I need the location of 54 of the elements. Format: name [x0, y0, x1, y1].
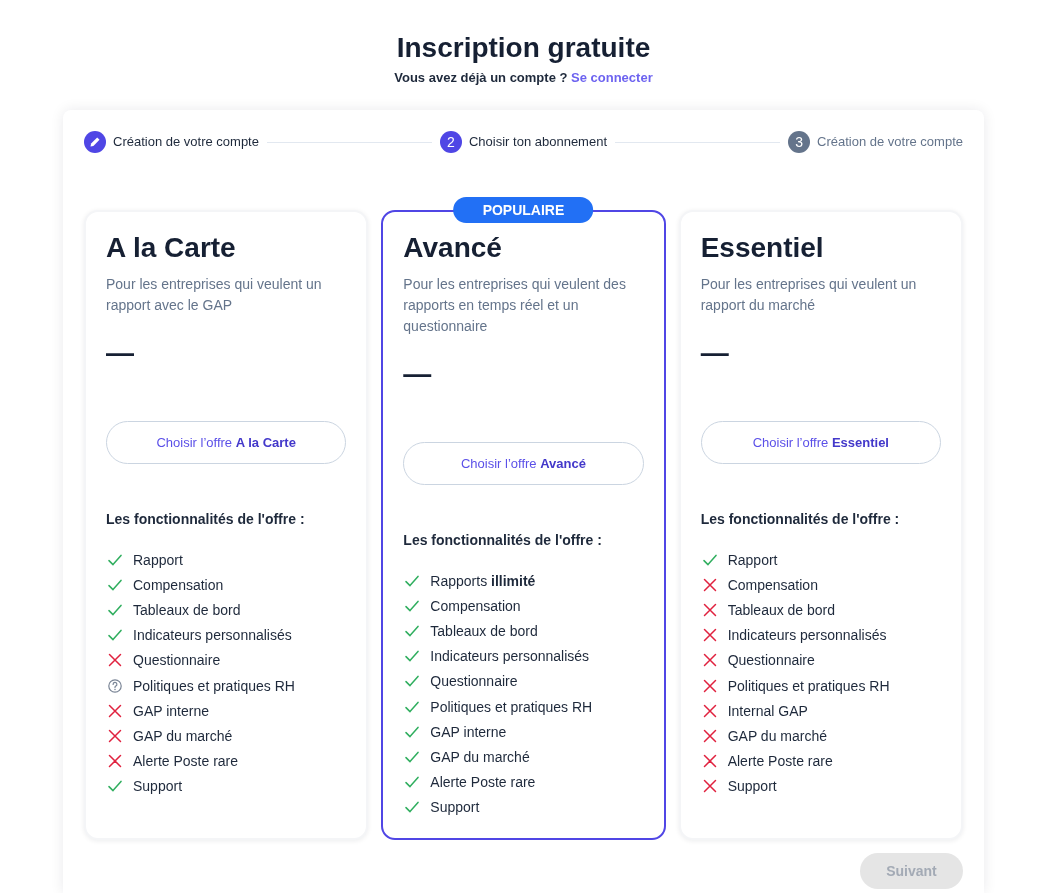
- feature-label: Rapport: [133, 550, 183, 570]
- feature-label: GAP du marché: [430, 747, 530, 767]
- feature-label: GAP interne: [133, 701, 209, 721]
- plan-description: Pour les entreprises qui veulent un rapport avec le GAP: [106, 275, 323, 315]
- feature-label: Alerte Poste rare: [133, 752, 239, 772]
- plan-name: A la Carte: [106, 231, 237, 265]
- page-title: Inscription gratuite: [396, 31, 651, 65]
- feature-label: Questionnaire: [133, 651, 221, 671]
- plan-description: Pour les entreprises qui veulent des rapports en temps réel et un questionnaire: [403, 275, 627, 336]
- choose-plan-button[interactable]: Choisir l’offre A la Carte: [106, 421, 347, 464]
- feature-label: Rapports illimité: [430, 571, 536, 591]
- step-label: Choisir ton abonnement: [469, 133, 607, 151]
- plan-price: —: [106, 336, 134, 370]
- step-number: 2: [440, 131, 462, 153]
- feature-label: Alerte Poste rare: [430, 773, 536, 793]
- feature-label: Internal GAP: [727, 701, 808, 721]
- feature-label: Support: [133, 777, 183, 797]
- feature-label: Tableaux de bord: [727, 600, 836, 620]
- feature-label: Politiques et pratiques RH: [727, 676, 890, 696]
- feature-label: Indicateurs personnalisés: [430, 647, 590, 667]
- plan-name: Essentiel: [700, 231, 825, 265]
- features-heading: Les fonctionnalités de l'offre :: [403, 531, 603, 550]
- step-number: 3: [788, 131, 811, 153]
- login-prompt: Vous avez déjà un compte ? Se connecter: [394, 69, 653, 87]
- feature-label: GAP interne: [430, 722, 507, 742]
- login-link[interactable]: Se connecter: [571, 70, 653, 85]
- feature-label: GAP du marché: [727, 726, 827, 746]
- feature-label: Questionnaire: [430, 672, 518, 692]
- step-label: Création de votre compte: [817, 133, 963, 151]
- step-label: Création de votre compte: [113, 133, 259, 151]
- plan-name: Avancé: [403, 231, 503, 265]
- feature-label: Indicateurs personnalisés: [727, 626, 887, 646]
- feature-label: Politiques et pratiques RH: [133, 676, 295, 696]
- plan-price: —: [403, 357, 432, 391]
- feature-label: Compensation: [133, 575, 224, 595]
- feature-label: Tableaux de bord: [133, 600, 241, 620]
- feature-label: Tableaux de bord: [430, 621, 538, 641]
- choose-plan-button[interactable]: Choisir l’offre Avancé: [403, 442, 644, 485]
- plan-price: —: [700, 336, 729, 370]
- feature-label: Support: [727, 777, 777, 797]
- features-heading: Les fonctionnalités de l'offre :: [106, 510, 306, 529]
- feature-label: Politiques et pratiques RH: [430, 697, 593, 717]
- feature-label: GAP du marché: [133, 726, 233, 746]
- feature-label: Questionnaire: [727, 651, 815, 671]
- feature-label: Alerte Poste rare: [727, 752, 833, 772]
- popular-badge: POPULAIRE: [453, 197, 594, 223]
- feature-label: Indicateurs personnalisés: [133, 626, 292, 646]
- feature-label: Compensation: [727, 575, 818, 595]
- feature-label: Rapport: [727, 550, 778, 570]
- features-heading: Les fonctionnalités de l'offre :: [700, 510, 901, 529]
- plan-description: Pour les entreprises qui veulent un rapport du marché: [700, 275, 918, 315]
- choose-plan-button[interactable]: Choisir l’offre Essentiel: [700, 421, 941, 464]
- feature-label: Compensation: [430, 596, 521, 616]
- feature-label: Support: [430, 798, 480, 818]
